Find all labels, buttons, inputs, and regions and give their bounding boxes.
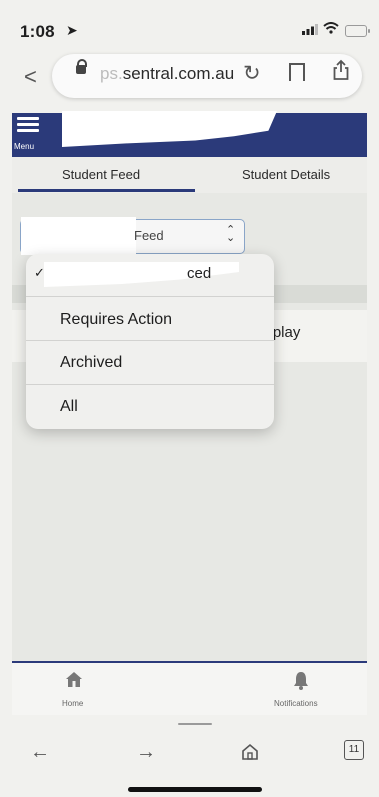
wifi-icon <box>323 22 339 34</box>
url-text[interactable]: ps.sentral.com.au <box>100 64 234 84</box>
dropdown-option-all[interactable]: All <box>60 398 78 416</box>
browser-home-icon[interactable] <box>241 743 259 761</box>
active-tab-indicator <box>18 189 195 192</box>
tabs-count-button[interactable]: 11 <box>344 740 364 760</box>
nav-notifications-label[interactable]: Notifications <box>274 699 318 708</box>
redaction-select <box>21 217 136 255</box>
dropdown-selected-partial[interactable]: ced <box>187 265 211 282</box>
dropdown-separator <box>26 384 274 385</box>
browser-back-icon[interactable]: ← <box>30 741 50 764</box>
battery-icon <box>345 25 370 37</box>
home-icon[interactable] <box>64 670 84 688</box>
browser-forward-icon[interactable]: → <box>136 741 156 764</box>
location-arrow-icon: ➤ <box>66 22 78 38</box>
checkmark-icon: ✓ <box>34 265 45 280</box>
bookmark-icon[interactable] <box>289 63 305 82</box>
nav-home-label[interactable]: Home <box>62 699 83 708</box>
reload-icon[interactable]: ↻ <box>243 61 261 86</box>
menu-label: Menu <box>14 142 35 151</box>
home-indicator[interactable] <box>128 787 262 792</box>
bell-icon[interactable] <box>291 670 311 690</box>
share-icon[interactable] <box>332 59 350 81</box>
tab-student-feed[interactable]: Student Feed <box>62 167 140 182</box>
feed-select-value: Feed <box>134 228 164 243</box>
select-updown-icon: ⌃ ⌄ <box>226 224 236 244</box>
dropdown-separator <box>26 296 274 297</box>
browser-back-chevron-icon[interactable]: < <box>24 64 37 90</box>
sheet-handle <box>178 723 212 725</box>
tab-student-details[interactable]: Student Details <box>242 167 330 182</box>
dropdown-separator <box>26 340 274 341</box>
menu-button[interactable] <box>17 117 39 135</box>
dropdown-option-archived[interactable]: Archived <box>60 354 122 372</box>
dropdown-option-requires-action[interactable]: Requires Action <box>60 311 172 329</box>
cellular-signal-icon <box>302 24 318 35</box>
lock-icon <box>76 59 87 74</box>
status-time: 1:08 <box>20 22 55 41</box>
